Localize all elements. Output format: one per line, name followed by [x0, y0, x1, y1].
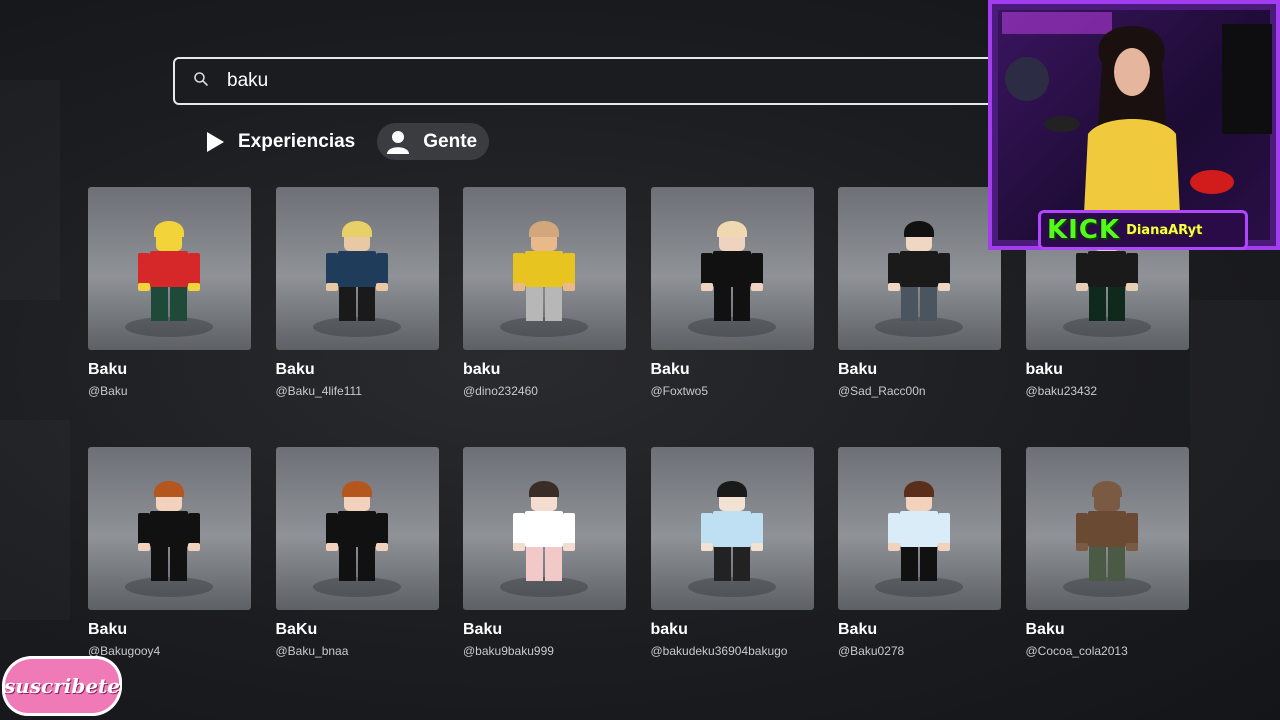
- avatar-thumbnail[interactable]: [650, 187, 814, 350]
- user-handle: @Baku: [88, 384, 128, 398]
- user-display-name[interactable]: baku: [1026, 361, 1189, 379]
- user-card[interactable]: Baku @baku9baku999: [463, 447, 626, 683]
- avatar-thumbnail[interactable]: [1025, 447, 1189, 610]
- user-display-name[interactable]: Baku: [463, 621, 626, 639]
- user-handle: @Sad_Racc00n: [838, 384, 926, 398]
- kick-badge: KICK DianaARyt: [1038, 210, 1248, 250]
- user-card[interactable]: Baku @Baku_4life111: [275, 187, 439, 423]
- user-handle: @baku23432: [1025, 384, 1098, 398]
- search-category-tabs: Experiencias Gente: [196, 123, 490, 160]
- avatar-thumbnail[interactable]: [838, 447, 1001, 610]
- user-display-name[interactable]: Baku: [838, 621, 1001, 639]
- user-display-name[interactable]: Baku: [1026, 621, 1189, 639]
- user-card[interactable]: Baku @Baku: [88, 187, 251, 423]
- user-handle: @Baku0278: [838, 644, 905, 658]
- play-icon: [207, 131, 224, 152]
- user-handle: @Foxtwo5: [650, 384, 709, 398]
- user-display-name[interactable]: Baku: [651, 361, 814, 379]
- user-display-name[interactable]: Baku: [88, 361, 251, 379]
- user-card[interactable]: Baku @Cocoa_cola2013: [1025, 447, 1189, 683]
- tab-people-label: Gente: [423, 130, 478, 152]
- background-block: [0, 420, 70, 620]
- user-card[interactable]: Baku @Sad_Racc00n: [838, 187, 1001, 423]
- avatar-thumbnail[interactable]: [463, 187, 626, 350]
- user-card[interactable]: Baku @Bakugooy4: [88, 447, 251, 683]
- avatar-thumbnail[interactable]: [463, 447, 626, 610]
- search-input[interactable]: [227, 70, 927, 92]
- user-card[interactable]: Baku @Baku0278: [838, 447, 1001, 683]
- tab-people[interactable]: Gente: [377, 123, 490, 160]
- subscribe-label: suscribete: [3, 674, 121, 698]
- user-handle: @Bakugooy4: [88, 644, 161, 658]
- avatar-thumbnail[interactable]: [838, 187, 1001, 350]
- user-display-name[interactable]: Baku: [838, 361, 1001, 379]
- user-card[interactable]: baku @bakudeku36904bakugo: [650, 447, 814, 683]
- people-results-grid: Baku @Baku Baku @Baku_4life111 baku @dino2324…: [88, 187, 1189, 683]
- user-handle: @dino232460: [463, 384, 538, 398]
- tab-experiences-label: Experiencias: [238, 130, 356, 152]
- search-bar[interactable]: [173, 57, 1023, 105]
- user-card[interactable]: BaKu @Baku_bnaa: [275, 447, 439, 683]
- user-handle: @bakudeku36904bakugo: [650, 644, 788, 658]
- tab-experiences[interactable]: Experiencias: [196, 123, 367, 160]
- avatar-thumbnail[interactable]: [88, 187, 251, 350]
- background-block: [0, 80, 60, 300]
- user-card[interactable]: Baku @Foxtwo5: [650, 187, 814, 423]
- avatar-thumbnail[interactable]: [650, 447, 814, 610]
- user-display-name[interactable]: baku: [463, 361, 626, 379]
- kick-username: DianaARyt: [1126, 222, 1203, 238]
- avatar-thumbnail[interactable]: [88, 447, 251, 610]
- user-handle: @baku9baku999: [463, 644, 554, 658]
- subscribe-sticker: suscribete: [2, 656, 122, 716]
- user-handle: @Baku_4life111: [275, 384, 362, 398]
- user-card[interactable]: baku @dino232460: [463, 187, 626, 423]
- user-handle: @Baku_bnaa: [275, 644, 349, 658]
- kick-logo: KICK: [1047, 215, 1121, 245]
- user-display-name[interactable]: BaKu: [276, 621, 439, 639]
- user-display-name[interactable]: baku: [651, 621, 814, 639]
- user-handle: @Cocoa_cola2013: [1025, 644, 1128, 658]
- user-display-name[interactable]: Baku: [276, 361, 439, 379]
- background-block: [1190, 300, 1280, 560]
- user-display-name[interactable]: Baku: [88, 621, 251, 639]
- person-icon: [387, 130, 410, 154]
- avatar-thumbnail[interactable]: [275, 447, 439, 610]
- search-icon: [175, 71, 227, 92]
- avatar-thumbnail[interactable]: [275, 187, 439, 350]
